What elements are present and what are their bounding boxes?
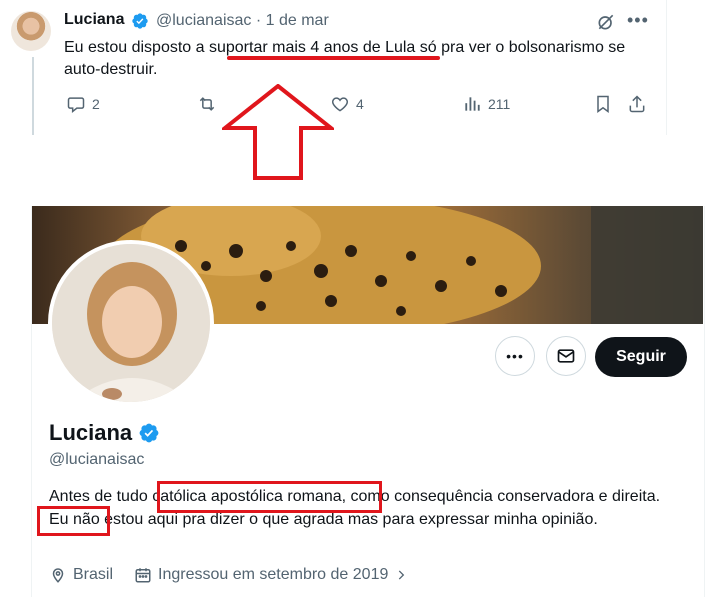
profile-joined[interactable]: Ingressou em setembro de 2019 [134,566,408,584]
more-icon: ••• [506,348,524,364]
profile-name: Luciana [49,420,133,445]
reply-icon [67,97,85,114]
profile-location: Brasil [49,566,113,584]
bookmark-button[interactable] [593,94,613,114]
profile-avatar[interactable] [48,240,214,406]
tweet-text-highlight: suportar mais 4 anos de Lula [208,39,416,56]
avatar-portrait-art [52,244,210,402]
more-icon[interactable]: ••• [627,10,649,31]
tweet-avatar[interactable] [11,11,51,51]
red-box-annotation [37,506,110,536]
tweet-handle[interactable]: @lucianaisac [156,12,251,29]
calendar-icon [135,568,151,583]
tweet-handle-date[interactable]: @lucianaisac · 1 de mar [156,12,329,30]
red-underline-annotation [227,56,440,60]
red-arrow-annotation [222,84,334,180]
bookmark-icon [597,95,609,113]
share-icon [629,95,645,113]
bio-highlight-right: direita [612,488,656,505]
share-button[interactable] [627,94,647,114]
separator-dot: · [255,12,266,29]
profile-handle: @lucianaisac [49,451,145,468]
reply-button[interactable]: 2 [66,94,100,114]
more-options-button[interactable]: ••• [495,336,535,376]
message-button[interactable] [546,336,586,376]
verified-badge-icon[interactable] [138,422,160,444]
message-icon [557,349,575,363]
reply-count: 2 [92,96,100,112]
views-count: 211 [488,96,511,112]
verified-badge-icon [132,13,148,29]
follow-button[interactable]: Seguir [595,337,687,377]
views-icon [465,97,480,111]
grok-icon[interactable] [596,12,616,32]
red-box-annotation [157,481,382,513]
retweet-icon [199,97,215,111]
thread-line [32,57,34,135]
retweet-button[interactable] [197,94,217,114]
tweet-date[interactable]: 1 de mar [266,12,329,29]
location-icon [52,568,64,583]
chevron-right-icon [399,570,405,580]
tweet-author-name[interactable]: Luciana [64,11,124,29]
like-button[interactable]: 4 [330,94,364,114]
like-count: 4 [356,96,364,112]
views-button[interactable]: 211 [462,94,510,114]
